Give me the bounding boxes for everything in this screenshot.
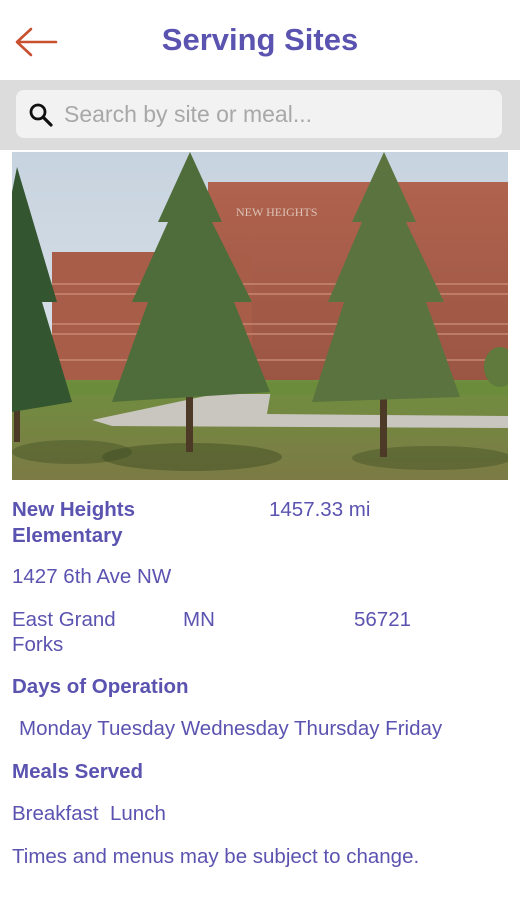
meals-heading: Meals Served	[12, 760, 144, 783]
search-bar	[0, 80, 520, 150]
days-heading: Days of Operation	[12, 675, 189, 698]
page-title: Serving Sites	[161, 22, 359, 57]
search-icon	[29, 103, 53, 127]
site-name-line1: New Heights	[12, 498, 136, 521]
site-city-line1: East Grand	[12, 608, 116, 631]
disclaimer-note: Times and menus may be subject to change…	[12, 845, 420, 868]
meals-served: Breakfast Lunch	[12, 802, 166, 825]
site-zip: 56721	[354, 608, 412, 631]
site-city-line2: Forks	[12, 633, 64, 656]
site-card[interactable]: NEW HEIGHTS New Heights Elementary 1457.…	[0, 150, 520, 900]
building-sign: NEW HEIGHTS	[236, 205, 317, 219]
search-input[interactable]	[64, 90, 484, 138]
site-distance: 1457.33 mi	[269, 498, 371, 521]
site-state: MN	[183, 608, 215, 631]
search-box[interactable]	[16, 90, 502, 138]
app-header: Serving Sites	[0, 0, 520, 80]
site-name-line2: Elementary	[12, 524, 123, 547]
site-photo: NEW HEIGHTS	[12, 152, 508, 480]
site-address: 1427 6th Ave NW	[12, 565, 172, 588]
days-of-operation: Monday Tuesday Wednesday Thursday Friday	[19, 717, 443, 740]
